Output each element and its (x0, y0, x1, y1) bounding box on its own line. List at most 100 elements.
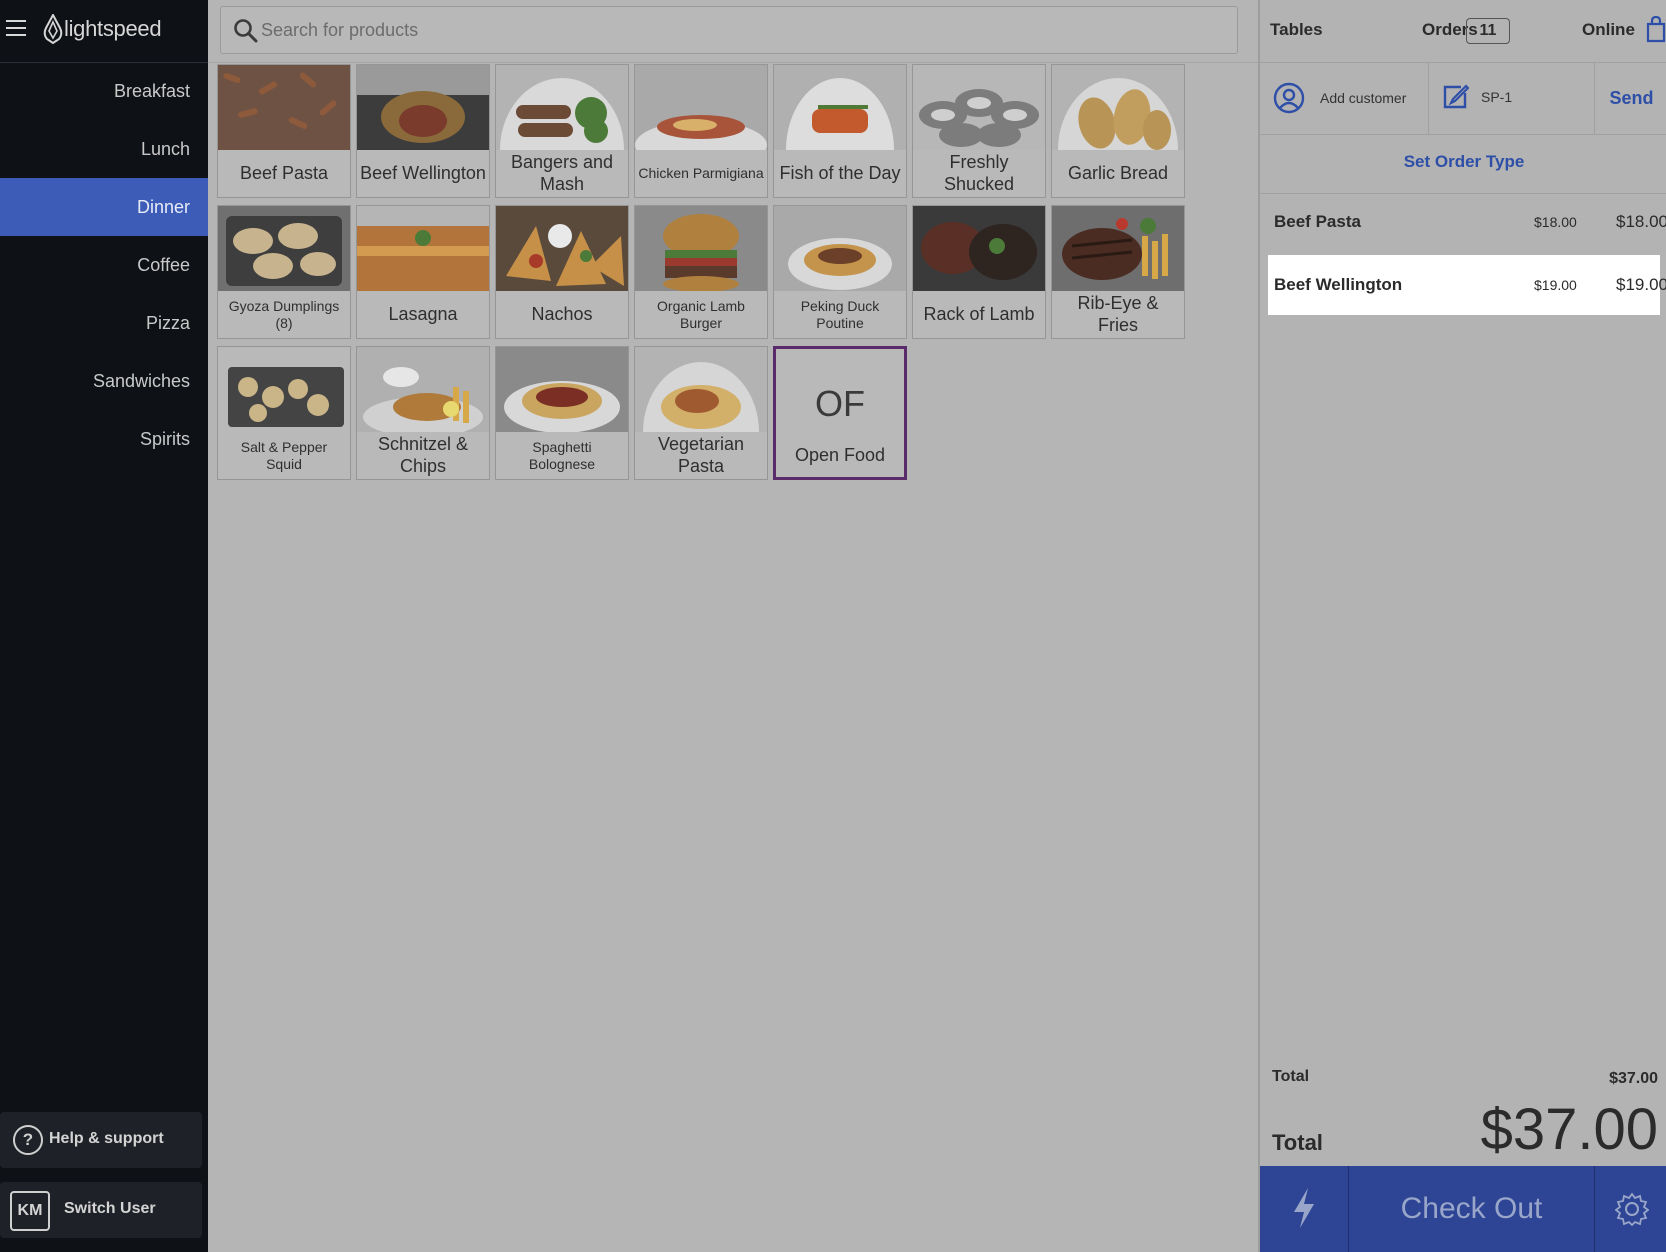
product-tile[interactable]: Peking Duck Poutine (773, 205, 907, 339)
order-ref-button[interactable]: SP-1 (1429, 63, 1595, 134)
switch-user-button[interactable]: KM Switch User (0, 1182, 202, 1238)
product-tile[interactable]: Spaghetti Bolognese (495, 346, 629, 480)
order-line-name: Beef Pasta (1274, 212, 1361, 231)
help-support-button[interactable]: ? Help & support (0, 1112, 202, 1168)
product-image (1052, 65, 1184, 150)
open-food-initials: OF (815, 383, 865, 424)
user-initials-badge: KM (10, 1191, 50, 1231)
product-name: Fish of the Day (779, 162, 901, 183)
product-image (218, 347, 350, 432)
open-food-tile[interactable]: OF Open Food (773, 346, 907, 480)
category-lunch[interactable]: Lunch (0, 120, 208, 178)
product-tile[interactable]: Organic Lamb Burger (634, 205, 768, 339)
product-name: Salt & Pepper Squid (240, 438, 328, 472)
product-tile[interactable]: Vegetarian Pasta (634, 346, 768, 480)
product-name: Nachos (531, 303, 593, 324)
product-image (774, 65, 906, 150)
product-image (1052, 206, 1184, 291)
header-divider (208, 62, 1258, 63)
product-image (496, 347, 628, 432)
switch-user-label: Switch User (64, 1200, 156, 1217)
bag-icon[interactable] (1646, 15, 1666, 43)
product-tile[interactable]: Rack of Lamb (912, 205, 1046, 339)
add-customer-button[interactable]: Add customer (1260, 63, 1429, 134)
product-name: Freshly Shucked (943, 151, 1015, 194)
product-tile[interactable]: Beef Pasta (217, 64, 351, 198)
product-image (218, 65, 350, 150)
order-line-total: $18.00 (1616, 212, 1666, 231)
product-tile[interactable]: Schnitzel & Chips (356, 346, 490, 480)
product-name: Organic Lamb Burger (657, 297, 745, 331)
send-button[interactable]: Send (1595, 63, 1666, 134)
help-icon: ? (13, 1125, 43, 1155)
product-tile[interactable]: Freshly Shucked (912, 64, 1046, 198)
product-name: Bangers and Mash (510, 151, 614, 194)
search-icon (234, 19, 258, 43)
quick-pay-button[interactable] (1260, 1166, 1349, 1252)
category-sandwiches[interactable]: Sandwiches (0, 352, 208, 410)
order-line-unit-price: $18.00 (1534, 214, 1577, 230)
open-food-label: Open Food (794, 445, 886, 465)
category-list: Breakfast Lunch Dinner Coffee Pizza Sand… (0, 62, 208, 468)
product-name: Lasagna (388, 303, 458, 324)
total-label: Total (1272, 1130, 1323, 1155)
search-placeholder: Search for products (261, 20, 419, 40)
edit-icon (1443, 84, 1469, 109)
product-tile[interactable]: Nachos (495, 205, 629, 339)
product-name: Vegetarian Pasta (657, 433, 745, 476)
product-tile[interactable]: Fish of the Day (773, 64, 907, 198)
order-ref-label: SP-1 (1481, 89, 1513, 105)
product-tile[interactable]: Gyoza Dumplings (8) (217, 205, 351, 339)
product-name: Beef Wellington (360, 162, 486, 183)
customer-bar: Add customer SP-1 Send (1260, 63, 1666, 135)
product-image (635, 206, 767, 291)
sidebar: lightspeed Breakfast Lunch Dinner Coffee… (0, 0, 208, 1252)
product-name: Gyoza Dumplings (8) (228, 297, 340, 331)
category-coffee[interactable]: Coffee (0, 236, 208, 294)
category-dinner[interactable]: Dinner (0, 178, 208, 236)
product-image (496, 206, 628, 291)
sidebar-header: lightspeed (0, 0, 208, 63)
order-line-total: $19.00 (1616, 275, 1666, 294)
checkout-button[interactable]: Check Out (1349, 1166, 1595, 1252)
product-name: Garlic Bread (1067, 162, 1169, 183)
subtotal-label: Total (1272, 1068, 1310, 1085)
action-bar: Check Out (1260, 1166, 1666, 1252)
product-image (357, 347, 489, 432)
order-line-selected[interactable]: Beef Wellington $19.00 $19.00 (1268, 255, 1666, 315)
product-name: Beef Pasta (239, 162, 329, 183)
order-line-unit-price: $19.00 (1534, 277, 1577, 293)
product-tile[interactable]: Rib-Eye & Fries (1051, 205, 1185, 339)
product-image (635, 65, 767, 150)
set-order-type-button[interactable]: Set Order Type (1260, 135, 1666, 194)
order-line[interactable]: Beef Pasta $18.00 $18.00 (1268, 192, 1666, 252)
order-panel-tabs: Tables Orders 11 Online (1260, 0, 1666, 63)
category-pizza[interactable]: Pizza (0, 294, 208, 352)
tab-online[interactable]: Online (1582, 20, 1635, 40)
product-name: Peking Duck Poutine (800, 297, 880, 331)
product-name: Spaghetti Bolognese (528, 438, 596, 472)
settings-button[interactable] (1595, 1166, 1666, 1252)
orders-count-badge: 11 (1466, 18, 1510, 44)
brand-name: lightspeed (64, 16, 162, 41)
product-tile[interactable]: Beef Wellington (356, 64, 490, 198)
product-tile[interactable]: Bangers and Mash (495, 64, 629, 198)
product-tile[interactable]: Chicken Parmigiana (634, 64, 768, 198)
flash-icon (1294, 1188, 1314, 1228)
lightspeed-logo-icon (43, 14, 63, 44)
help-support-label: Help & support (49, 1130, 164, 1147)
search-input[interactable]: Search for products (220, 6, 1238, 54)
hamburger-icon[interactable] (6, 20, 26, 36)
category-breakfast[interactable]: Breakfast (0, 62, 208, 120)
product-name: Schnitzel & Chips (377, 433, 469, 476)
product-tile[interactable]: Lasagna (356, 205, 490, 339)
product-image (774, 206, 906, 291)
product-image (635, 347, 767, 432)
category-spirits[interactable]: Spirits (0, 410, 208, 468)
order-line-name: Beef Wellington (1274, 275, 1403, 294)
product-tile[interactable]: Garlic Bread (1051, 64, 1185, 198)
user-icon (1273, 82, 1305, 114)
product-image (913, 206, 1045, 291)
tab-tables[interactable]: Tables (1270, 20, 1323, 40)
product-tile[interactable]: Salt & Pepper Squid (217, 346, 351, 480)
